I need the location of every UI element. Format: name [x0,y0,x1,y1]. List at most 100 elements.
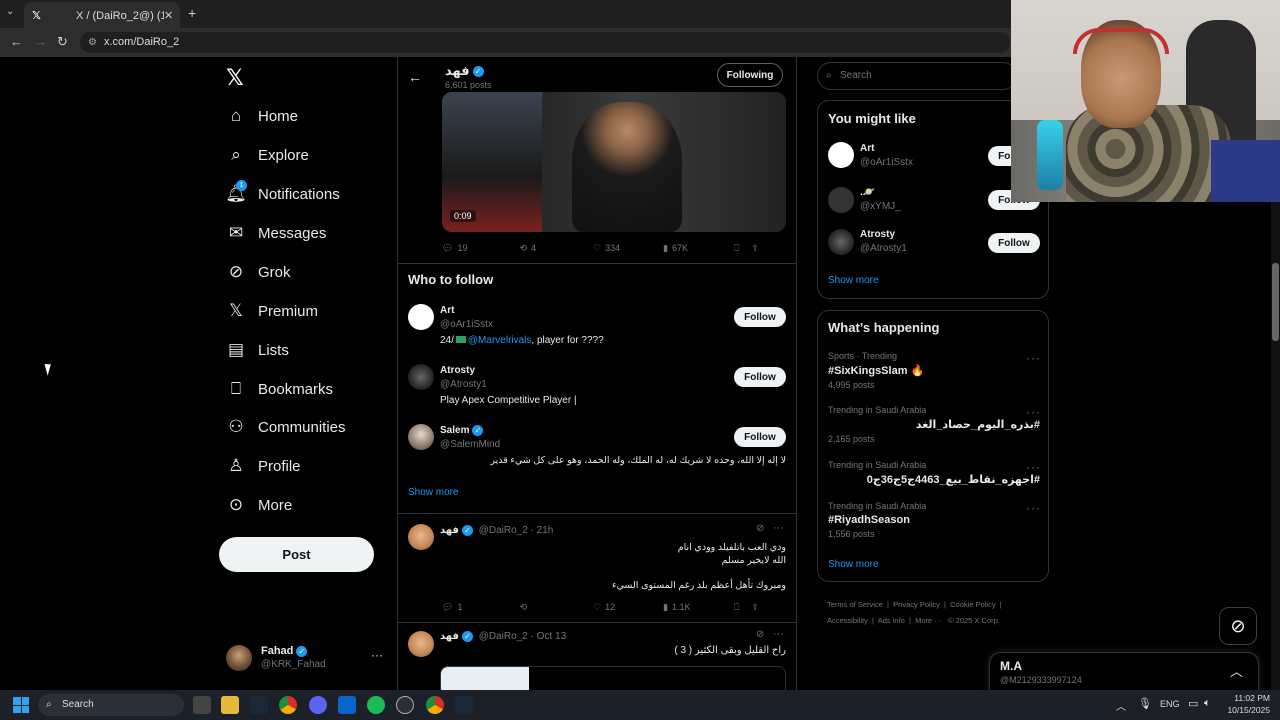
user-avatar[interactable] [828,187,854,213]
grok-icon[interactable]: ⊘ [756,629,764,640]
show-more-link[interactable]: Show more [828,275,879,286]
footer-link[interactable]: More ··· [915,616,942,625]
trend-item[interactable]: Trending in Saudi Arabia #RiyadhSeason 1… [828,501,1038,539]
sidebar-item-explore[interactable]: ⌕ Explore [226,140,309,170]
sidebar-item-lists[interactable]: ▤ Lists [226,335,289,365]
clock[interactable]: 11:02 PM 10/15/2025 [1222,692,1270,716]
outlook-icon[interactable] [338,696,356,714]
sidebar-item-notifications[interactable]: 🔔︎ 1 Notifications [225,179,340,209]
follow-button[interactable]: Follow [734,427,786,447]
tweet-avatar[interactable] [408,631,434,657]
chrome-icon[interactable] [279,696,297,714]
user-name[interactable]: Salem [440,425,469,436]
views-icon[interactable]: ▮ [663,602,668,613]
sidebar-item-home[interactable]: ⌂ Home [226,101,298,131]
discord-icon[interactable] [309,696,327,714]
tweet-time[interactable]: 21h [537,525,554,536]
microphone-icon[interactable]: 🎙︎ [1138,697,1152,710]
trend-item[interactable]: Trending in Saudi Arabia #بذره_اليوم_حصا… [828,405,1040,444]
share-icon[interactable]: ⇪ [751,602,759,613]
sidebar-item-communities[interactable]: ⚇ Communities [226,412,345,442]
tray-overflow-icon[interactable]: ︿ [1116,698,1126,713]
bio-mention-link[interactable]: @Marvelrivals [468,335,532,346]
scrollbar-thumb[interactable] [1272,263,1279,341]
taskbar-search[interactable]: ⌕ Search [38,694,184,716]
reply-icon[interactable]: 💬︎ [442,243,453,254]
x-logo-icon[interactable]: 𝕏 [226,65,244,91]
search-input[interactable]: ⌕ Search [817,62,1017,90]
chrome-active-icon[interactable] [426,696,444,714]
volume-icon[interactable]: 🔈︎ [1204,697,1211,710]
follow-button[interactable]: Follow [734,367,786,387]
sidebar-item-profile[interactable]: ♙ Profile [226,451,300,481]
repost-icon[interactable]: ⟲ [519,602,527,613]
video-player[interactable]: 0:09 [442,92,786,232]
views-icon[interactable]: ▮ [663,243,668,254]
forward-icon[interactable]: → [34,34,47,49]
sidebar-item-premium[interactable]: 𝕏 Premium [226,296,318,326]
user-avatar[interactable] [828,142,854,168]
expand-icon[interactable]: ︿ [1230,661,1243,680]
close-tab-icon[interactable]: ✕ [164,9,180,22]
trend-more-icon[interactable]: ··· [1026,405,1041,419]
tweet-avatar[interactable] [408,524,434,550]
user-avatar-salem[interactable] [408,424,434,450]
grok-float-button[interactable]: ⊘ [1219,607,1257,645]
user-name[interactable]: .🪐 [860,187,875,198]
user-avatar-atrosty[interactable] [408,364,434,390]
url-input[interactable]: ⚙ x.com/DaiRo_2 [80,32,1010,53]
user-name[interactable]: Art [860,143,874,154]
sidebar-item-grok[interactable]: ⊘ Grok [226,257,291,287]
show-more-link[interactable]: Show more [408,487,459,498]
network-icon[interactable]: ▭ [1188,697,1198,710]
tab-search-icon[interactable]: ⌄ [6,6,20,20]
like-icon[interactable]: ♡ [593,243,601,254]
footer-link[interactable]: Cookie Policy [950,600,995,609]
trend-more-icon[interactable]: ··· [1026,501,1041,515]
user-name[interactable]: Art [440,305,454,316]
repost-icon[interactable]: ⟲ [519,243,527,254]
tweet-more-icon[interactable]: ··· [773,522,784,534]
trend-more-icon[interactable]: ··· [1026,460,1041,474]
user-name[interactable]: Atrosty [440,365,475,376]
bookmark-icon[interactable]: ⎕ [734,602,739,613]
trend-more-icon[interactable]: ··· [1026,351,1041,365]
account-switcher[interactable]: Fahad ✓ @KRK_Fahad ··· [226,642,386,674]
tweet-author-name[interactable]: فهد [440,631,459,642]
follow-button[interactable]: Follow [988,233,1040,253]
back-arrow-icon[interactable]: ← [408,69,422,85]
site-info-icon[interactable]: ⚙ [88,32,97,53]
reply-icon[interactable]: 💬︎ [442,602,453,613]
tweet-media[interactable] [440,666,786,690]
tweet-time[interactable]: Oct 13 [537,631,566,642]
footer-link[interactable]: Accessibility [827,616,868,625]
file-explorer-icon[interactable] [221,696,239,714]
user-name[interactable]: Atrosty [860,229,895,240]
back-icon[interactable]: ← [10,34,23,49]
sidebar-item-more[interactable]: ⊙ More [226,490,292,520]
tweet-more-icon[interactable]: ··· [773,628,784,640]
footer-link[interactable]: Terms of Service [827,600,883,609]
trend-item[interactable]: Trending in Saudi Arabia #اجهزه_نقاط_بيع… [828,460,1040,486]
messages-drawer[interactable]: M.A @M2129333997124 ︿ [989,652,1259,692]
app-icon[interactable] [396,696,414,714]
share-icon[interactable]: ⇪ [751,243,759,254]
spotify-icon[interactable] [367,696,385,714]
grok-icon[interactable]: ⊘ [756,523,764,534]
show-more-link[interactable]: Show more [828,559,879,570]
footer-link[interactable]: Ads info [878,616,905,625]
language-indicator[interactable]: ENG [1160,699,1180,709]
account-more-icon[interactable]: ··· [371,648,383,662]
sidebar-item-messages[interactable]: ✉ Messages [226,218,327,248]
post-button[interactable]: Post [219,537,374,572]
sidebar-item-bookmarks[interactable]: ⎕ Bookmarks [226,374,333,404]
follow-button[interactable]: Follow [734,307,786,327]
bookmark-icon[interactable]: ⎕ [734,243,739,254]
following-button[interactable]: Following [717,63,783,87]
steam-icon[interactable] [250,696,268,714]
like-icon[interactable]: ♡ [593,602,601,613]
user-avatar-art[interactable] [408,304,434,330]
user-avatar[interactable] [828,229,854,255]
browser-tab[interactable]: 𝕏 X / (DaiRo_2@) فهد (1) ✕ [24,2,180,28]
footer-link[interactable]: Privacy Policy [893,600,940,609]
